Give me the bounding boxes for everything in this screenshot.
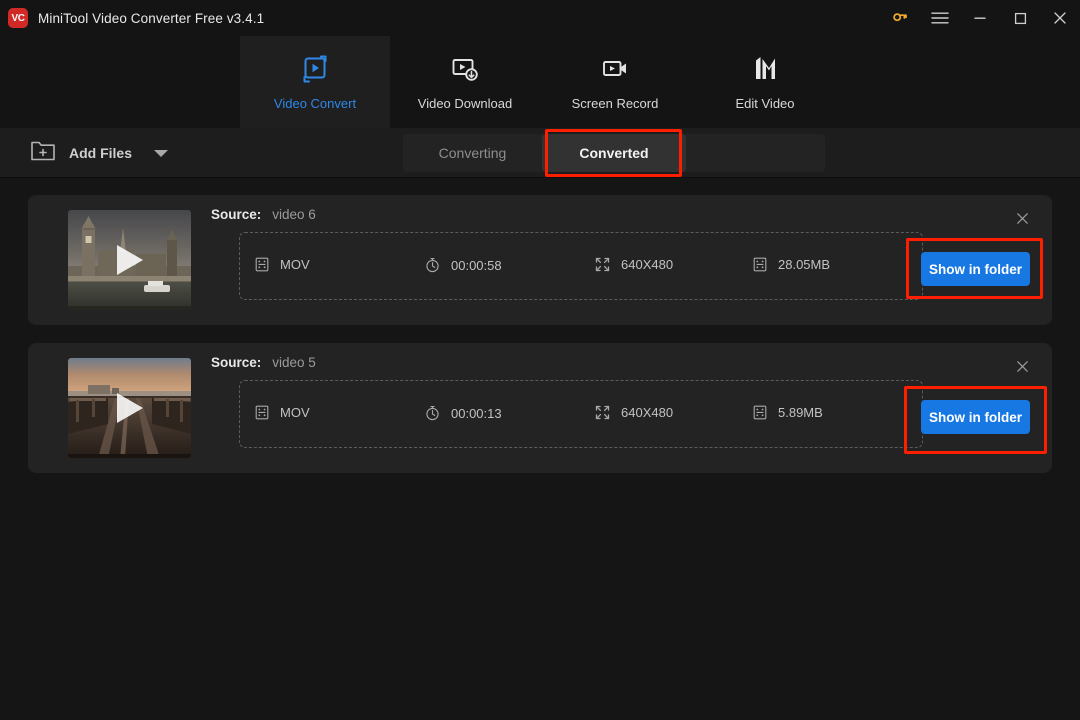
tab-video-convert-label: Video Convert: [273, 96, 357, 111]
close-icon[interactable]: [1011, 355, 1033, 377]
file-metadata-panel: MOV 00:00:58 640X480 28.05MB: [239, 232, 923, 300]
meta-resolution: 640X480: [595, 257, 673, 272]
tab-converting[interactable]: Converting: [403, 134, 542, 172]
wooden-pier-sunset-thumbnail[interactable]: [68, 358, 191, 458]
show-in-folder-button[interactable]: Show in folder: [921, 400, 1030, 434]
show-in-folder-button[interactable]: Show in folder: [921, 252, 1030, 286]
meta-format-value: MOV: [280, 405, 310, 420]
main-navigation: Video Convert Video Download Screen Reco…: [0, 36, 1080, 128]
title-bar: VC MiniTool Video Converter Free v3.4.1: [0, 0, 1080, 36]
add-files-button[interactable]: Add Files: [30, 138, 169, 168]
file-metadata-panel: MOV 00:00:13 640X480 5.89MB: [239, 380, 923, 448]
close-icon[interactable]: [1011, 207, 1033, 229]
file-size-icon: [753, 257, 767, 272]
file-size-icon: [753, 405, 767, 420]
meta-resolution: 640X480: [595, 405, 673, 420]
maximize-icon[interactable]: [1000, 0, 1040, 36]
source-label: Source:: [211, 207, 262, 222]
source-value: video 5: [272, 355, 316, 370]
app-window: VC MiniTool Video Converter Free v3.4.1: [0, 0, 1080, 720]
meta-size: 28.05MB: [753, 257, 830, 272]
play-triangle-icon[interactable]: [116, 245, 143, 275]
meta-format: MOV: [255, 257, 310, 272]
source-line: Source: video 6: [211, 207, 316, 222]
meta-duration: 00:00:58: [425, 257, 502, 273]
meta-duration-value: 00:00:58: [451, 257, 502, 273]
tab-edit-video[interactable]: Edit Video: [690, 36, 840, 128]
stopwatch-icon: [425, 257, 440, 273]
converted-file-card[interactable]: Source: video 6 MOV 00:00:58 640X480 28.…: [28, 195, 1052, 325]
resize-icon: [595, 257, 610, 272]
meta-size: 5.89MB: [753, 405, 823, 420]
minimize-icon[interactable]: [960, 0, 1000, 36]
tab-video-convert[interactable]: Video Convert: [240, 36, 390, 128]
status-tabs: Converting Converted: [403, 134, 825, 172]
source-value: video 6: [272, 207, 316, 222]
window-controls: [880, 0, 1080, 36]
convert-loop-icon: [299, 50, 331, 88]
meta-size-value: 5.89MB: [778, 405, 823, 420]
meta-duration-value: 00:00:13: [451, 405, 502, 421]
file-format-icon: [255, 257, 269, 272]
meta-format-value: MOV: [280, 257, 310, 272]
chevron-down-icon[interactable]: [154, 149, 169, 157]
meta-duration: 00:00:13: [425, 405, 502, 421]
minitool-vc-logo-icon: VC: [8, 8, 28, 28]
screen-record-icon: [599, 50, 631, 88]
video-download-icon: [449, 50, 481, 88]
source-label: Source:: [211, 355, 262, 370]
tab-video-download-label: Video Download: [417, 96, 513, 111]
key-icon[interactable]: [880, 0, 920, 36]
edit-video-icon: [749, 50, 781, 88]
tab-screen-record-label: Screen Record: [571, 96, 659, 111]
tab-screen-record[interactable]: Screen Record: [540, 36, 690, 128]
converted-file-card[interactable]: Source: video 5 MOV 00:00:13 640X480 5.8…: [28, 343, 1052, 473]
folder-plus-icon: [30, 139, 57, 167]
app-title: MiniTool Video Converter Free v3.4.1: [38, 10, 265, 26]
file-format-icon: [255, 405, 269, 420]
stopwatch-icon: [425, 405, 440, 421]
close-icon[interactable]: [1040, 0, 1080, 36]
tab-converted[interactable]: Converted: [542, 134, 686, 172]
tab-video-download[interactable]: Video Download: [390, 36, 540, 128]
play-triangle-icon[interactable]: [116, 393, 143, 423]
add-files-label: Add Files: [69, 145, 133, 161]
meta-size-value: 28.05MB: [778, 257, 831, 272]
meta-format: MOV: [255, 405, 310, 420]
resize-icon: [595, 405, 610, 420]
meta-resolution-value: 640X480: [621, 405, 674, 420]
meta-resolution-value: 640X480: [621, 257, 674, 272]
tab-edit-video-label: Edit Video: [735, 96, 795, 111]
hamburger-menu-icon[interactable]: [920, 0, 960, 36]
houses-of-parliament-thumbnail[interactable]: [68, 210, 191, 310]
source-line: Source: video 5: [211, 355, 316, 370]
